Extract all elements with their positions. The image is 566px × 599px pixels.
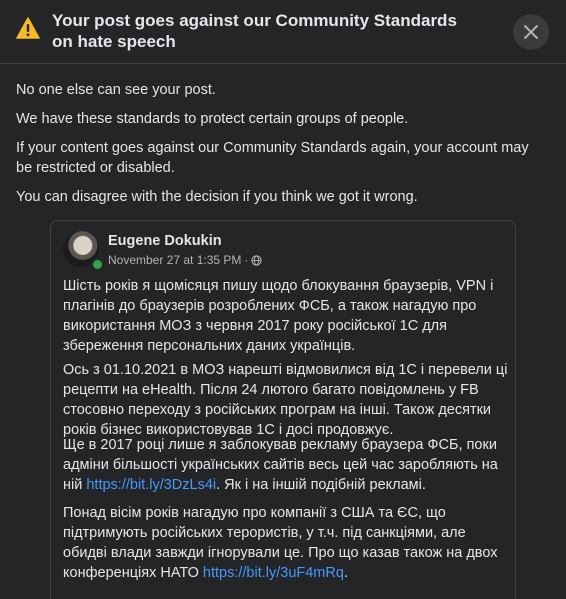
- post-paragraph-3-tail: . Як і на іншій подібній рекламі.: [216, 477, 426, 493]
- post-paragraph-3: Ще в 2017 році лише я заблокував рекламу…: [63, 435, 508, 495]
- post-meta: November 27 at 1:35 PM ·: [108, 253, 263, 267]
- message-line-disagree: You can disagree with the decision if yo…: [16, 189, 418, 205]
- close-icon: [524, 25, 538, 39]
- warning-triangle-icon: [16, 17, 40, 39]
- post-paragraph-2: Ось з 01.10.2021 в МОЗ нарешті відмовили…: [63, 362, 508, 438]
- post-link-1[interactable]: https://bit.ly/3DzLs4i: [86, 477, 216, 493]
- globe-icon: [251, 254, 263, 266]
- post-paragraph-4-tail: .: [343, 565, 348, 581]
- dialog-header: Your post goes against our Community Sta…: [0, 0, 566, 64]
- post-timestamp[interactable]: November 27 at 1:35 PM: [108, 253, 241, 267]
- post-link-2[interactable]: https://bit.ly/3uF4mRq: [203, 565, 344, 581]
- post-paragraph-4: Понад вісім років нагадую про компанії з…: [63, 503, 508, 583]
- message-line-warning: If your content goes against our Communi…: [16, 140, 529, 176]
- online-status-indicator: [91, 258, 104, 271]
- dialog-title: Your post goes against our Community Sta…: [52, 11, 457, 51]
- post-card: Eugene Dokukin November 27 at 1:35 PM · …: [50, 220, 516, 599]
- message-line-visibility: No one else can see your post.: [16, 82, 216, 98]
- message-line-standards: We have these standards to protect certa…: [16, 111, 409, 127]
- meta-separator: ·: [244, 253, 249, 267]
- post-paragraph-1: Шість років я щомісяця пишу щодо блокува…: [63, 278, 494, 354]
- post-author[interactable]: Eugene Dokukin: [108, 233, 222, 249]
- close-button[interactable]: [513, 14, 549, 50]
